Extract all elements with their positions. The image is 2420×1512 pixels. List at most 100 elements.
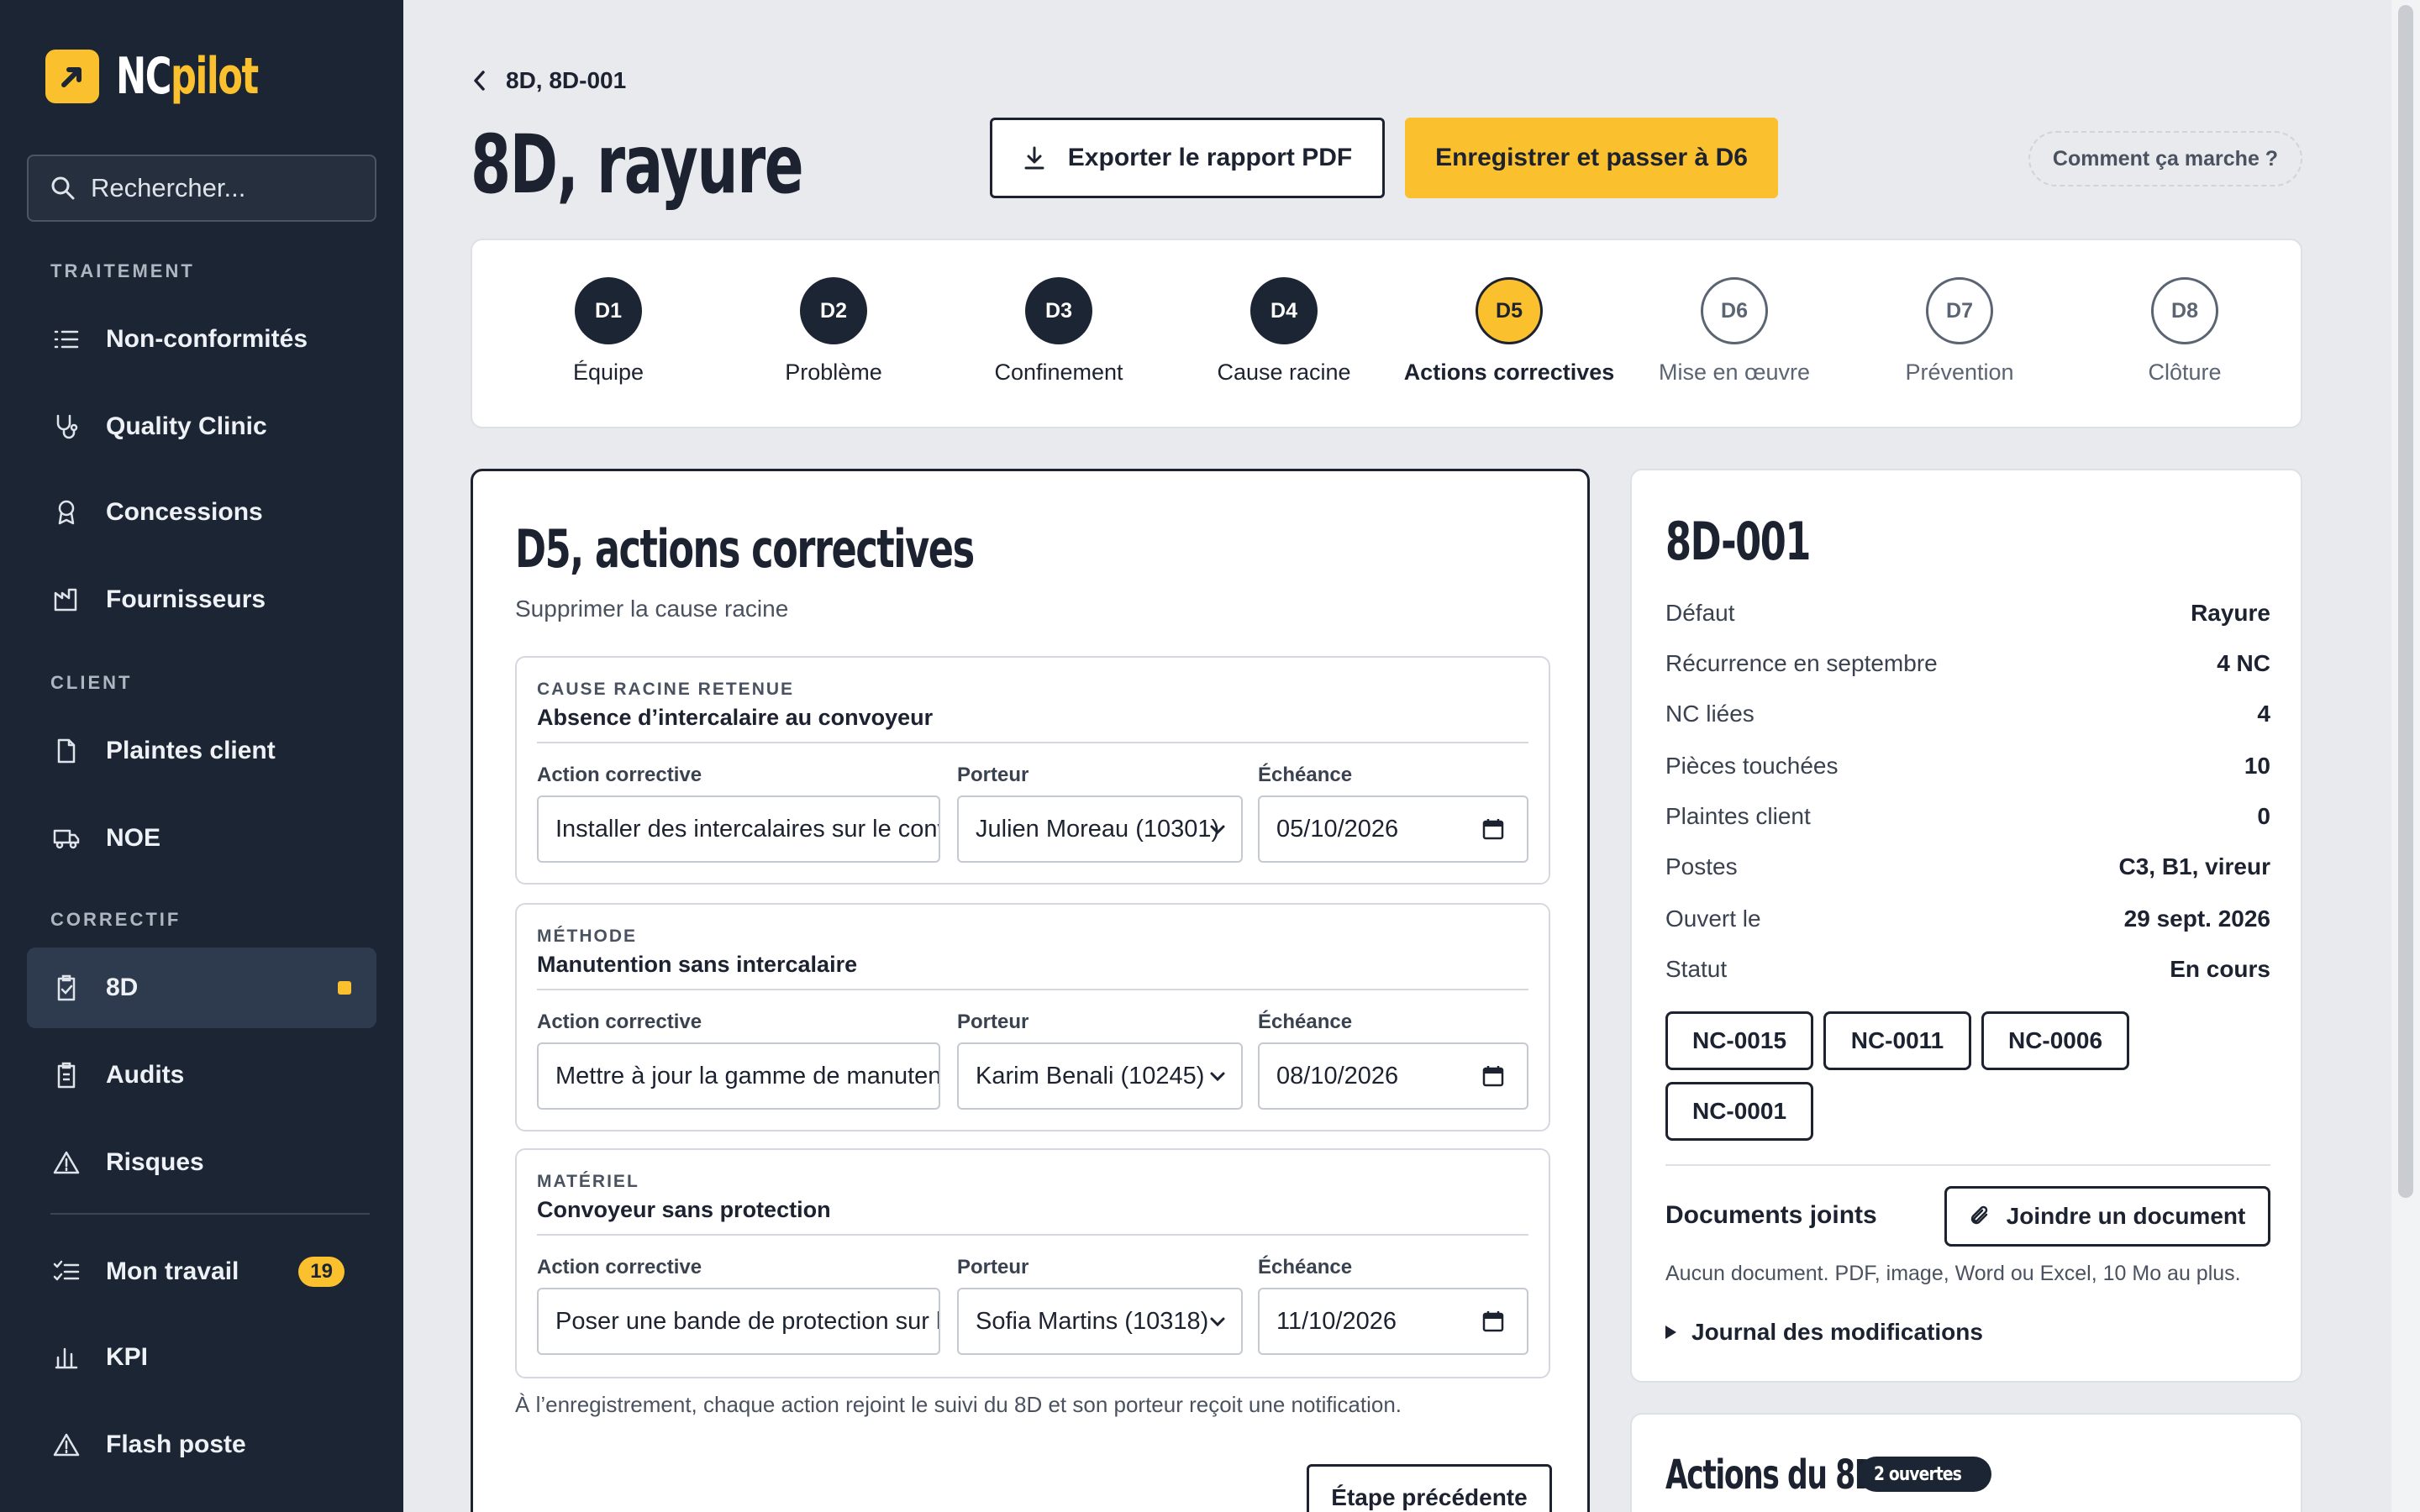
action-input[interactable]: Poser une bande de protection sur le con… <box>537 1288 940 1355</box>
calendar-icon[interactable] <box>1481 1310 1505 1333</box>
calendar-icon[interactable] <box>1481 1064 1505 1088</box>
attached-documents-label: Documents joints <box>1665 1201 1877 1229</box>
save-next-button[interactable]: Enregistrer et passer à D6 <box>1405 118 1778 198</box>
cause-title: Absence d’intercalaire au convoyeur <box>537 705 934 730</box>
porteur-value: Karim Benali (10245) <box>976 1062 1205 1089</box>
cause-group: CAUSE RACINE RETENUE Absence d’intercala… <box>515 656 1550 885</box>
summary-row: NC liées 4 <box>1665 701 2270 727</box>
step-d6[interactable]: D6 Mise en œuvre <box>1622 277 1847 386</box>
clipboard-check-icon <box>52 974 81 1002</box>
breadcrumb[interactable]: 8D, 8D-001 <box>472 67 626 94</box>
documents-hint: Aucun document. PDF, image, Word ou Exce… <box>1665 1262 2241 1285</box>
change-log-label: Journal des modifications <box>1691 1319 1983 1345</box>
step-d1[interactable]: D1 Équipe <box>496 277 721 386</box>
porteur-select[interactable]: Sofia Martins (10318) <box>957 1288 1243 1355</box>
linked-nc-chip[interactable]: NC-0011 <box>1823 1011 1971 1070</box>
export-pdf-label: Exporter le rapport PDF <box>1067 144 1353 171</box>
sidebar-item-label: Audits <box>106 1061 185 1089</box>
count-badge: 19 <box>298 1257 345 1287</box>
row-key: Postes <box>1665 853 1738 879</box>
sidebar-search[interactable]: Rechercher... <box>27 155 376 222</box>
row-key: NC liées <box>1665 701 1754 727</box>
cause-category: CAUSE RACINE RETENUE <box>537 680 795 699</box>
sidebar-item-kpi[interactable]: KPI <box>27 1317 376 1398</box>
help-button[interactable]: Comment ça marche ? <box>2028 131 2302 186</box>
step-d2[interactable]: D2 Problème <box>721 277 946 386</box>
export-pdf-button[interactable]: Exporter le rapport PDF <box>990 118 1385 198</box>
paperclip-icon <box>1970 1205 1987 1225</box>
actions-title: Actions du 8D <box>1665 1452 1878 1499</box>
sidebar-item-mon-travail[interactable]: Mon travail 19 <box>27 1231 376 1312</box>
sidebar-item-quality-clinic[interactable]: Quality Clinic <box>27 386 376 467</box>
linked-nc-chip[interactable]: NC-0001 <box>1665 1082 1813 1141</box>
step-label: Problème <box>785 360 882 385</box>
sidebar-item-label: Fournisseurs <box>106 585 266 613</box>
sidebar-item-flash-poste[interactable]: Flash poste <box>27 1404 376 1485</box>
linked-nc-chip[interactable]: NC-0006 <box>1981 1011 2129 1070</box>
step-number: D4 <box>1250 277 1318 344</box>
summary-row: Plaintes client 0 <box>1665 803 2270 830</box>
step-d5[interactable]: D5 Actions correctives <box>1397 277 1622 386</box>
cause-group: MATÉRIEL Convoyeur sans protection Actio… <box>515 1148 1550 1378</box>
action-input[interactable]: Installer des intercalaires sur le convo… <box>537 795 940 863</box>
divider <box>1665 1164 2270 1166</box>
summary-row: Récurrence en septembre 4 NC <box>1665 650 2270 677</box>
echeance-value: 05/10/2026 <box>1276 815 1399 843</box>
attach-document-button[interactable]: Joindre un document <box>1944 1186 2270 1247</box>
disclosure-triangle-icon <box>1665 1326 1676 1339</box>
porteur-select[interactable]: Karim Benali (10245) <box>957 1042 1243 1110</box>
echeance-date-input[interactable]: 08/10/2026 <box>1258 1042 1528 1110</box>
page-title: 8D, rayure <box>471 118 804 212</box>
logo-text-nc: NC <box>116 47 171 106</box>
search-placeholder: Rechercher... <box>91 173 246 202</box>
step-d3[interactable]: D3 Confinement <box>946 277 1171 386</box>
sidebar-item-audits[interactable]: Audits <box>27 1035 376 1116</box>
linked-nc-chip[interactable]: NC-0015 <box>1665 1011 1813 1070</box>
sidebar-item-label: Risques <box>106 1148 204 1176</box>
sidebar-item-nonconformites[interactable]: Non-conformités <box>27 299 376 380</box>
sidebar-item-label: KPI <box>106 1343 149 1371</box>
change-log-toggle[interactable]: Journal des modifications <box>1665 1319 1983 1346</box>
chevron-down-icon <box>1210 825 1225 835</box>
step-label: Équipe <box>572 360 644 385</box>
page-scrollbar[interactable] <box>2391 0 2420 1512</box>
step-d7[interactable]: D7 Prévention <box>1847 277 2072 386</box>
logo[interactable]: NCpilot <box>45 47 313 106</box>
sidebar-item-risques[interactable]: Risques <box>27 1122 376 1203</box>
divider <box>537 1234 1528 1236</box>
scrollbar-thumb[interactable] <box>2398 5 2413 1198</box>
step-label: Clôture <box>2148 360 2222 385</box>
list-icon <box>52 325 81 354</box>
sidebar-item-8d[interactable]: 8D <box>27 948 376 1028</box>
porteur-select[interactable]: Julien Moreau (10301) <box>957 795 1243 863</box>
step-label: Cause racine <box>1217 360 1351 385</box>
sidebar-item-label: Flash poste <box>106 1431 246 1458</box>
divider <box>537 989 1528 990</box>
step-number: D1 <box>575 277 642 344</box>
echeance-label: Échéance <box>1258 764 1353 786</box>
checklist-icon <box>52 1257 81 1286</box>
step-d4[interactable]: D4 Cause racine <box>1171 277 1397 386</box>
row-value: En cours <box>2170 956 2270 982</box>
sidebar-item-noe[interactable]: NOE <box>27 798 376 879</box>
sidebar-item-concessions[interactable]: Concessions <box>27 472 376 553</box>
porteur-value: Sofia Martins (10318) <box>976 1307 1209 1335</box>
document-icon <box>52 737 81 765</box>
echeance-label: Échéance <box>1258 1011 1353 1033</box>
step-label: Prévention <box>1905 360 2014 385</box>
row-value: 4 <box>2257 701 2270 727</box>
sidebar-item-label: Mon travail <box>106 1257 239 1285</box>
action-input[interactable]: Mettre à jour la gamme de manutention <box>537 1042 940 1110</box>
row-value: 10 <box>2244 753 2270 779</box>
echeance-date-input[interactable]: 05/10/2026 <box>1258 795 1528 863</box>
step-number: D6 <box>1701 277 1768 344</box>
step-d8[interactable]: D8 Clôture <box>2072 277 2297 386</box>
sidebar-item-plaintes[interactable]: Plaintes client <box>27 711 376 791</box>
award-icon <box>52 498 81 527</box>
echeance-date-input[interactable]: 11/10/2026 <box>1258 1288 1528 1355</box>
sidebar-item-fournisseurs[interactable]: Fournisseurs <box>27 559 376 640</box>
calendar-icon[interactable] <box>1481 817 1505 841</box>
previous-step-button[interactable]: Étape précédente <box>1307 1464 1552 1512</box>
summary-row: Statut En cours <box>1665 956 2270 983</box>
chevron-left-icon <box>474 71 485 91</box>
